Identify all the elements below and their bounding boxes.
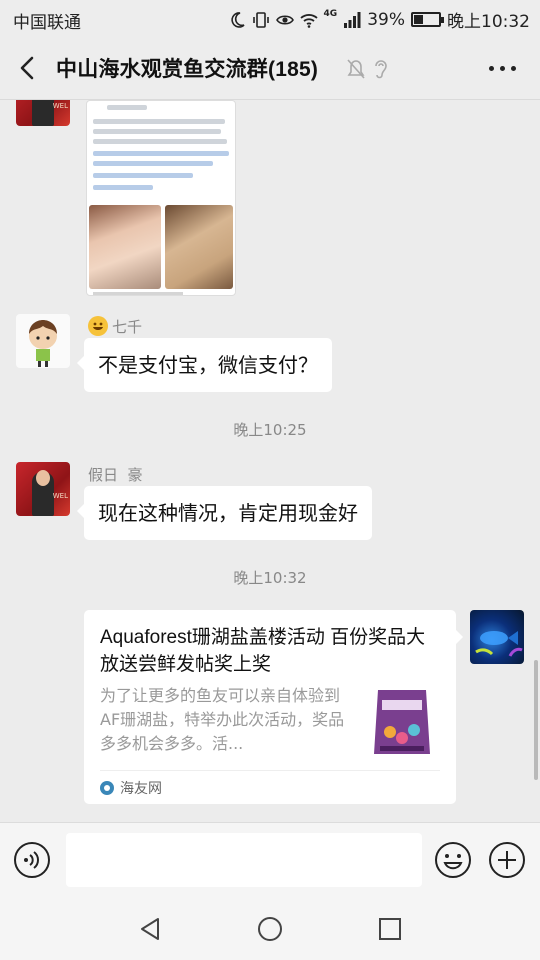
nav-recents-icon[interactable] bbox=[375, 914, 405, 944]
battery-icon bbox=[411, 12, 444, 27]
sender-name: 七千 bbox=[112, 318, 143, 336]
fish-avatar-icon bbox=[475, 631, 523, 657]
timestamp: 晚上10:25 bbox=[233, 421, 307, 439]
battery-percent: 39% bbox=[367, 9, 405, 30]
more-dots-icon[interactable] bbox=[489, 66, 516, 71]
avatar[interactable] bbox=[16, 314, 70, 368]
chat-area[interactable]: WEL 七千 不是支付宝，微信支付？ 晚上10:25 WEL 假日 豪 现在这种… bbox=[0, 100, 540, 822]
message-input[interactable] bbox=[66, 833, 422, 887]
mute-bell-icon bbox=[347, 59, 365, 79]
link-card-title: Aquaforest珊湖盐盖楼活动 百份奖品大放送尝鲜发帖奖上奖 bbox=[100, 627, 426, 675]
avatar[interactable]: WEL bbox=[16, 100, 70, 126]
source-logo-icon bbox=[100, 781, 114, 795]
link-card[interactable]: Aquaforest珊湖盐盖楼活动 百份奖品大放送尝鲜发帖奖上奖 为了让更多的鱼… bbox=[84, 610, 463, 804]
link-card-divider bbox=[100, 770, 440, 771]
eye-icon bbox=[275, 14, 294, 25]
carrier-label: 中国联通 bbox=[13, 13, 81, 33]
input-bar bbox=[0, 822, 540, 898]
link-card-source-name: 海友网 bbox=[120, 781, 162, 797]
status-icons: 4G 39% 晚上10:32 bbox=[228, 7, 530, 32]
chat-title: 中山海水观赏鱼交流群(185) bbox=[56, 58, 319, 81]
voice-input-icon[interactable] bbox=[13, 841, 51, 879]
avatar[interactable] bbox=[470, 610, 524, 664]
signal-icon bbox=[344, 11, 361, 28]
status-bar: 中国联通 4G 39% 晚上10:32 bbox=[0, 0, 540, 36]
nav-home-icon[interactable] bbox=[255, 914, 285, 944]
earpiece-icon bbox=[375, 60, 387, 79]
sender-emoji-icon bbox=[88, 316, 108, 336]
emoji-icon[interactable] bbox=[434, 841, 472, 879]
timestamp: 晚上10:32 bbox=[233, 569, 307, 587]
scrollbar[interactable] bbox=[534, 660, 538, 780]
network-type-label: 4G bbox=[323, 8, 338, 19]
message-bubble[interactable]: 现在这种情况，肯定用现金好 bbox=[77, 486, 372, 540]
avatar[interactable]: WEL bbox=[16, 462, 70, 516]
battery-fill bbox=[414, 15, 424, 24]
system-nav-bar bbox=[0, 898, 540, 960]
chat-header: 中山海水观赏鱼交流群(185) bbox=[0, 36, 540, 100]
back-arrow-icon[interactable] bbox=[14, 54, 42, 82]
message-bubble[interactable]: 不是支付宝，微信支付？ bbox=[77, 338, 332, 392]
plus-icon[interactable] bbox=[488, 841, 526, 879]
sender-name: 假日 豪 bbox=[88, 466, 143, 484]
cartoon-avatar-icon bbox=[29, 320, 57, 367]
vibrate-icon bbox=[252, 11, 269, 28]
wifi-icon bbox=[299, 13, 318, 28]
clock: 晚上10:32 bbox=[447, 12, 530, 32]
image-message[interactable] bbox=[86, 100, 236, 296]
link-card-description: 为了让更多的鱼友可以亲自体验到AF珊湖盐，特举办此次活动，奖品多多机会多多。活.… bbox=[100, 686, 345, 753]
nav-back-icon[interactable] bbox=[136, 914, 166, 944]
link-card-source: 海友网 bbox=[100, 778, 162, 798]
moon-icon bbox=[230, 11, 245, 28]
product-bag-thumbnail bbox=[374, 690, 430, 754]
